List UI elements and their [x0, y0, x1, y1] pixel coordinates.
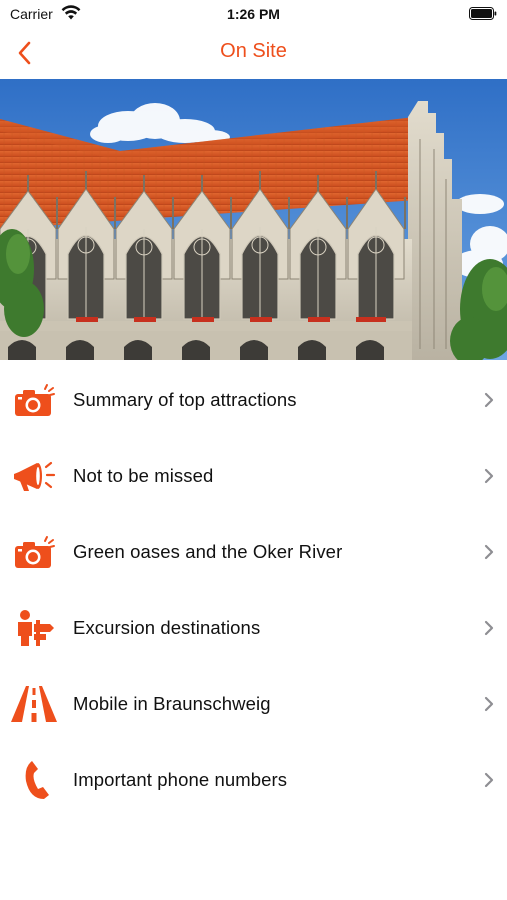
camera-icon [9, 377, 59, 423]
road-icon [9, 681, 59, 727]
menu-item-excursion-destinations[interactable]: Excursion destinations [0, 590, 507, 666]
menu-list: Summary of top attractions Not to be mis… [0, 362, 507, 818]
clock: 1:26 PM [227, 6, 280, 22]
menu-item-phone-numbers[interactable]: Important phone numbers [0, 742, 507, 818]
battery-icon [469, 7, 497, 20]
phone-icon [9, 757, 59, 803]
menu-item-label: Not to be missed [73, 465, 214, 486]
chevron-right-icon [484, 620, 494, 636]
status-bar: Carrier 1:26 PM [0, 0, 507, 28]
navigation-bar: On Site [0, 28, 507, 78]
menu-item-green-oases[interactable]: Green oases and the Oker River [0, 514, 507, 590]
menu-item-label: Mobile in Braunschweig [73, 693, 271, 714]
chevron-right-icon [484, 772, 494, 788]
menu-item-label: Important phone numbers [73, 769, 288, 790]
camera-icon [9, 529, 59, 575]
page-title: On Site [220, 40, 287, 62]
menu-item-label: Summary of top attractions [73, 389, 297, 410]
hero-image [0, 79, 507, 360]
menu-item-not-to-be-missed[interactable]: Not to be missed [0, 438, 507, 514]
chevron-right-icon [484, 696, 494, 712]
menu-item-label: Green oases and the Oker River [73, 541, 343, 562]
menu-item-mobile[interactable]: Mobile in Braunschweig [0, 666, 507, 742]
chevron-right-icon [484, 392, 494, 408]
megaphone-icon [9, 453, 59, 499]
town-hall-illustration [0, 79, 507, 360]
chevron-right-icon [484, 544, 494, 560]
person-signpost-icon [9, 605, 59, 651]
chevron-right-icon [484, 468, 494, 484]
menu-item-label: Excursion destinations [73, 617, 261, 638]
menu-item-top-attractions[interactable]: Summary of top attractions [0, 362, 507, 438]
